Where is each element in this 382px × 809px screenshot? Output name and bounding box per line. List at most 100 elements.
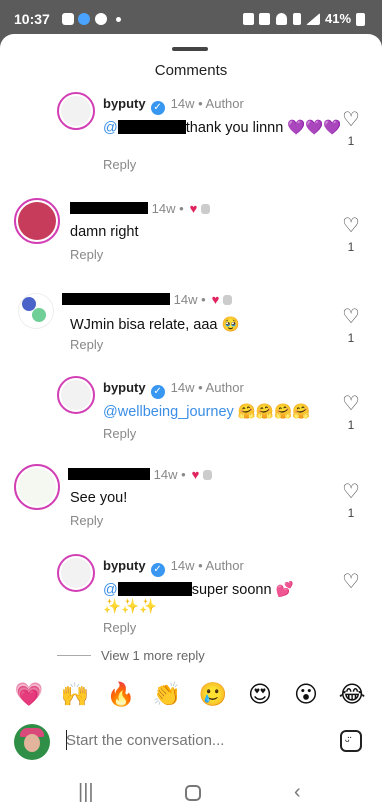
liked-by-author-icon: ♥ — [211, 292, 220, 307]
reaction-laughing[interactable]: 😂 — [337, 679, 367, 709]
comment-meta: 14w • ♥ — [70, 201, 211, 216]
like-control: ♡ 1 — [341, 216, 361, 254]
like-control: ♡ 1 — [341, 394, 361, 432]
comment-text: WJmin bisa relate, aaa 🥹 — [70, 317, 240, 333]
heart-outline-icon[interactable]: ♡ — [341, 572, 361, 592]
heart-outline-icon[interactable]: ♡ — [341, 307, 361, 327]
comment-time: 14w — [170, 380, 195, 395]
system-nav-bar: ||| ‹ — [0, 779, 382, 809]
like-count: 1 — [347, 134, 355, 148]
verified-badge-icon: ✓ — [150, 101, 165, 115]
comment-text: See you! — [70, 490, 128, 506]
comment-meta: byputy ✓ 14w • Author — [103, 558, 244, 577]
sheet-title: Comments — [154, 62, 228, 79]
comment-text-row: @wellbeing_journey 🤗🤗🤗🤗 — [103, 403, 310, 420]
heart-outline-icon[interactable]: ♡ — [341, 482, 361, 502]
like-control: ♡ 1 — [341, 482, 361, 520]
avatar[interactable] — [18, 293, 54, 329]
reply-button[interactable]: Reply — [103, 157, 136, 172]
heart-outline-icon[interactable]: ♡ — [341, 394, 361, 414]
heart-outline-icon[interactable]: ♡ — [341, 110, 361, 130]
like-count: 1 — [347, 331, 355, 345]
reaction-raised-hands[interactable]: 🙌 — [60, 679, 90, 709]
data-icon — [293, 13, 301, 25]
home-icon[interactable] — [185, 785, 201, 801]
comment-time: 14w — [170, 96, 195, 111]
avatar[interactable] — [14, 464, 60, 510]
redacted-mention — [117, 582, 192, 596]
mute-icon — [259, 13, 270, 25]
reaction-surprised[interactable]: 😮 — [291, 679, 321, 709]
reply-button[interactable]: Reply — [103, 620, 136, 635]
battery-percent: 41% — [325, 11, 352, 26]
author-tag: Author — [205, 380, 244, 395]
reaction-heart-eyes[interactable]: 😍 — [245, 679, 275, 709]
recents-icon[interactable]: ||| — [78, 781, 94, 804]
my-avatar — [14, 724, 50, 760]
comment-text-line2: ✨✨✨ — [103, 599, 158, 615]
avatar[interactable] — [57, 92, 95, 130]
redacted-username — [70, 202, 148, 214]
drag-handle[interactable] — [172, 47, 208, 51]
comment-time: 14w — [173, 292, 198, 307]
heart-outline-icon[interactable]: ♡ — [341, 216, 361, 236]
comment-text: damn right — [70, 224, 139, 240]
comment-text: 🤗🤗🤗🤗 — [237, 404, 311, 420]
comment-time: 14w — [170, 558, 195, 573]
comment-text: thank you linnn 💜💜💜 — [185, 120, 342, 136]
thread-line — [57, 655, 91, 656]
author-avatar-mini — [223, 295, 233, 305]
reaction-clap[interactable]: 👏 — [152, 679, 182, 709]
avatar[interactable] — [57, 376, 95, 414]
comment-text: super soonn 💕 — [191, 582, 294, 598]
comment-meta: byputy ✓ 14w • Author — [103, 96, 244, 115]
mention-link[interactable]: @ — [103, 120, 118, 136]
verified-badge-icon: ✓ — [150, 385, 165, 399]
redacted-username — [68, 468, 150, 480]
username[interactable]: byputy — [103, 380, 146, 395]
view-more-replies[interactable]: View 1 more reply — [57, 648, 205, 663]
battery-icon — [356, 13, 365, 26]
back-icon[interactable]: ‹ — [294, 781, 301, 804]
reply-button[interactable]: Reply — [103, 426, 136, 441]
author-tag: Author — [205, 96, 244, 111]
like-count: 1 — [347, 418, 355, 432]
like-control: ♡ 1 — [341, 307, 361, 345]
view-more-label: View 1 more reply — [101, 648, 205, 663]
status-time: 10:37 — [14, 11, 50, 27]
mention-link[interactable]: @ — [103, 582, 118, 598]
reaction-fire[interactable]: 🔥 — [106, 679, 136, 709]
like-count: 1 — [347, 506, 355, 520]
account-icon — [95, 13, 107, 25]
comment-input[interactable]: Start the conversation... — [66, 732, 224, 749]
comments-sheet: Comments byputy ✓ 14w • Author @ thank you … — [0, 34, 382, 809]
comment-text-row: @ super soonn 💕 — [103, 581, 294, 598]
comment-meta: 14w • ♥ — [62, 292, 233, 307]
sticker-icon[interactable]: ᵕ̈ — [340, 730, 362, 752]
reply-button[interactable]: Reply — [70, 247, 103, 262]
liked-by-author-icon: ♥ — [191, 467, 200, 482]
redacted-mention — [117, 120, 186, 134]
author-tag: Author — [205, 558, 244, 573]
notification-icon — [62, 13, 74, 25]
quick-reactions-bar: 💗 🙌 🔥 👏 🥲 😍 😮 😂 — [0, 679, 382, 719]
reaction-heart[interactable]: 💗 — [14, 679, 44, 709]
comment-meta: 14w • ♥ — [68, 467, 213, 482]
more-notifications-icon — [116, 17, 121, 22]
username[interactable]: byputy — [103, 558, 146, 573]
redacted-username — [62, 293, 170, 305]
username[interactable]: byputy — [103, 96, 146, 111]
author-avatar-mini — [203, 470, 213, 480]
comment-meta: byputy ✓ 14w • Author — [103, 380, 244, 399]
reply-button[interactable]: Reply — [70, 337, 103, 352]
reply-button[interactable]: Reply — [70, 513, 103, 528]
comment-text-row: @ thank you linnn 💜💜💜 — [103, 119, 341, 136]
comment-time: 14w — [151, 201, 176, 216]
wifi-icon — [276, 13, 287, 25]
avatar[interactable] — [14, 198, 60, 244]
author-avatar-mini — [201, 204, 211, 214]
avatar[interactable] — [57, 554, 95, 592]
reaction-sad[interactable]: 🥲 — [198, 679, 228, 709]
like-control: ♡ — [341, 572, 361, 592]
mention-link[interactable]: @wellbeing_journey — [103, 404, 234, 420]
